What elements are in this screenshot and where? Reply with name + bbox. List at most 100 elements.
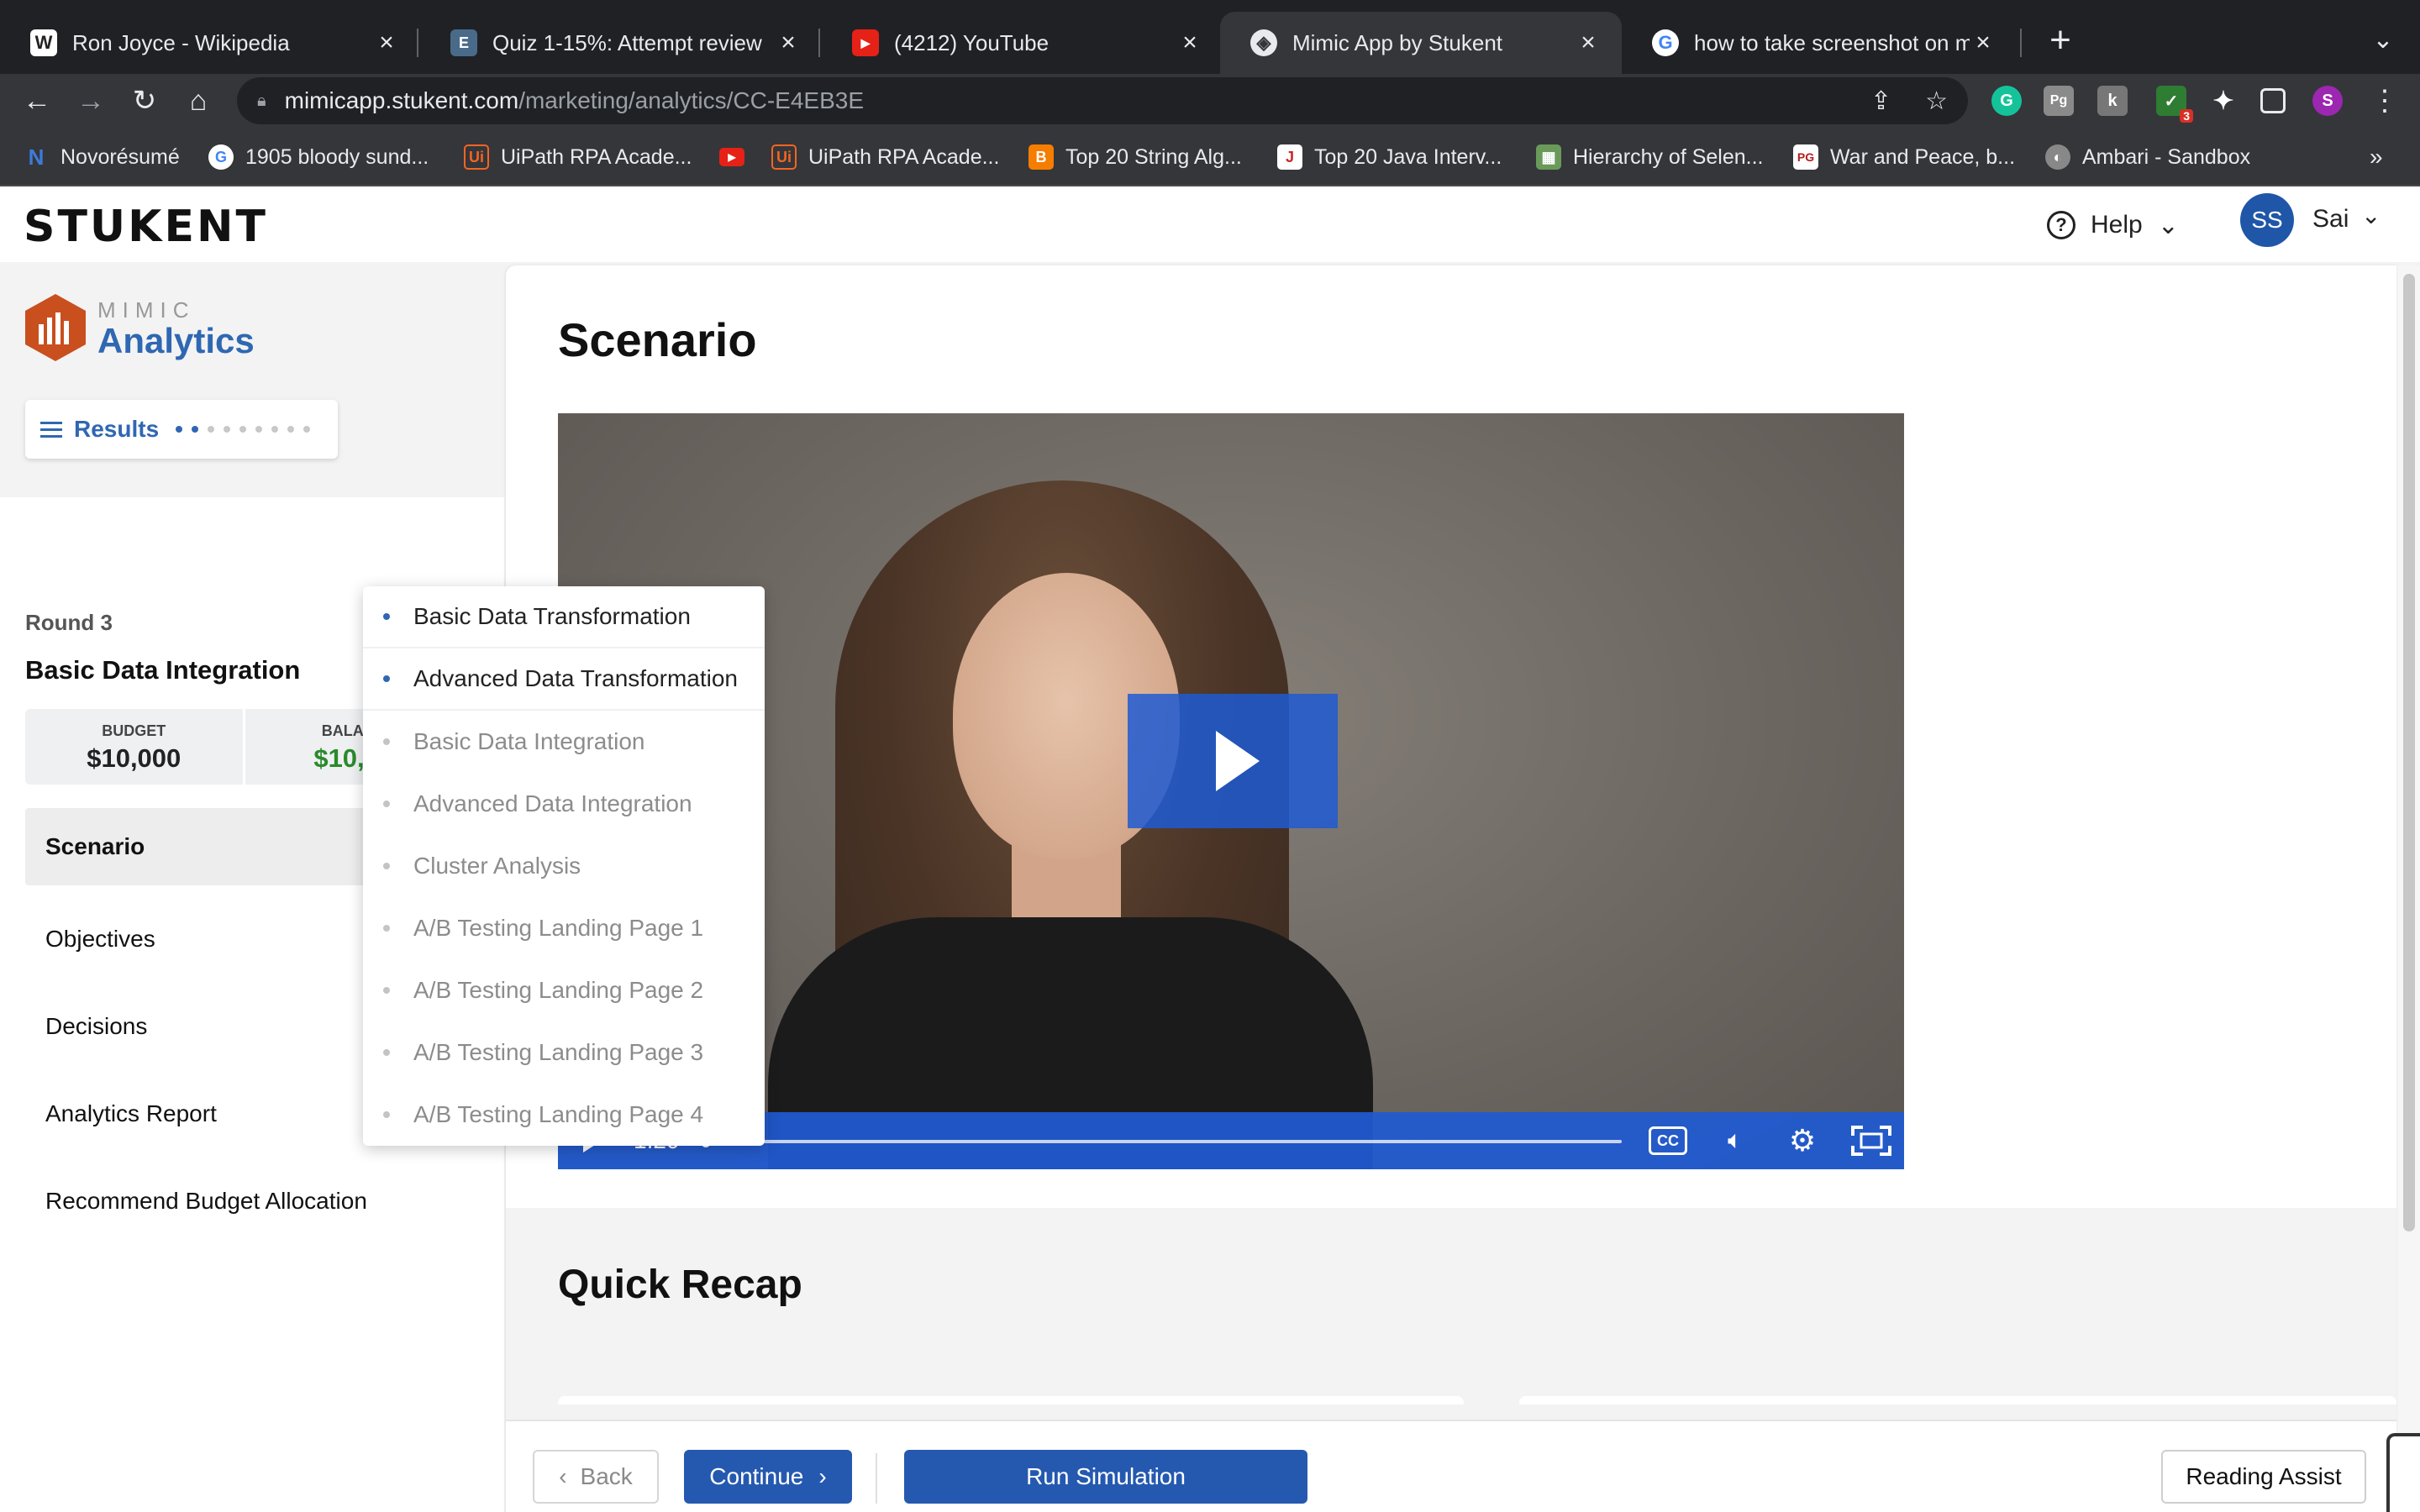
bookmark-item[interactable]: ◐ Ambari - Sandbox — [2045, 128, 2250, 186]
new-tab-icon[interactable]: + — [2039, 18, 2082, 62]
menu-item-round[interactable]: A/B Testing Landing Page 4 — [363, 1084, 765, 1146]
forward-arrow-icon[interactable]: → — [71, 81, 111, 121]
bookmark-item[interactable]: G 1905 bloody sund... — [208, 128, 429, 186]
image-icon: ▦ — [1536, 144, 1561, 170]
play-button[interactable] — [1128, 694, 1338, 828]
tab-separator — [417, 29, 418, 57]
share-icon[interactable]: ⇪ — [1870, 87, 1891, 116]
back-button[interactable]: ‹ Back — [533, 1450, 659, 1504]
menu-item-round[interactable]: Advanced Data Integration — [363, 773, 765, 835]
volume-icon[interactable]: 🔈︎ — [1714, 1124, 1756, 1158]
close-icon[interactable]: × — [1176, 29, 1203, 57]
continue-button[interactable]: Continue › — [684, 1450, 852, 1504]
chevron-down-icon: ⌄ — [2157, 211, 2179, 239]
brand-small: MIMIC — [97, 297, 196, 323]
round-title: Basic Data Integration — [25, 655, 301, 685]
menu-item-round[interactable]: A/B Testing Landing Page 2 — [363, 959, 765, 1021]
status-dot — [383, 1049, 390, 1056]
extension-k-icon[interactable]: k — [2097, 86, 2128, 116]
browser-tab[interactable]: E Quiz 1-15%: Attempt review × — [420, 12, 822, 74]
tab-search-chevron-icon[interactable]: ⌄ — [2365, 18, 2402, 62]
puzzle-extensions-icon[interactable]: ✦ — [2208, 86, 2238, 116]
bookmark-item[interactable]: B Top 20 String Alg... — [1028, 128, 1242, 186]
bookmark-item[interactable]: Ui UiPath RPA Acade... — [464, 128, 692, 186]
stukent-logo[interactable]: STUKENT — [24, 202, 268, 252]
bookmarks-bar: N Novorésumé G 1905 bloody sund... Ui UiPat… — [0, 128, 2420, 186]
menu-item-round[interactable]: Basic Data Transformation — [363, 586, 765, 648]
browser-tab[interactable]: G how to take screenshot on mac × — [1622, 12, 2017, 74]
browser-tab-active[interactable]: ◈ Mimic App by Stukent × — [1220, 12, 1622, 74]
tab-separator — [818, 29, 820, 57]
reading-assist-button[interactable]: Reading Assist — [2161, 1450, 2366, 1504]
close-icon[interactable]: × — [373, 29, 400, 57]
tab-separator — [2020, 29, 2022, 57]
more-bookmarks-icon[interactable]: » — [2370, 128, 2383, 186]
menu-item-round[interactable]: A/B Testing Landing Page 3 — [363, 1021, 765, 1084]
uipath-icon: Ui — [771, 144, 797, 170]
reload-icon[interactable]: ↻ — [124, 81, 165, 121]
run-simulation-button[interactable]: Run Simulation — [904, 1450, 1307, 1504]
status-dot — [383, 987, 390, 994]
brand-title: Analytics — [97, 321, 255, 360]
page-title: Scenario — [558, 313, 757, 366]
browser-tab[interactable]: W Ron Joyce - Wikipedia × — [0, 12, 420, 74]
grammarly-icon[interactable]: G — [1991, 86, 2022, 116]
close-icon[interactable]: × — [775, 29, 802, 57]
status-dot — [383, 801, 390, 807]
close-icon[interactable]: × — [1575, 29, 1602, 57]
wikipedia-icon: W — [30, 29, 57, 56]
status-dot — [383, 1111, 390, 1118]
pg-extension-icon[interactable]: Pg — [2044, 86, 2074, 116]
menu-item-round[interactable]: Cluster Analysis — [363, 835, 765, 897]
extension-badge-icon[interactable]: ✓ 3 — [2156, 86, 2193, 123]
browser-tab-strip: W Ron Joyce - Wikipedia × E Quiz 1-15%: … — [0, 0, 2420, 74]
rounds-dropdown-menu: Basic Data Transformation Advanced Data … — [363, 586, 765, 1146]
user-name[interactable]: Sai — [2312, 205, 2349, 234]
closed-captions-icon[interactable]: CC — [1649, 1126, 1687, 1155]
help-circle-icon: ? — [2047, 211, 2075, 239]
status-dot — [383, 925, 390, 932]
bookmark-item[interactable]: Ui UiPath RPA Acade... — [771, 128, 999, 186]
fullscreen-icon[interactable] — [1849, 1124, 1894, 1158]
profile-avatar-icon[interactable]: S — [2312, 86, 2343, 116]
help-menu[interactable]: ? Help ⌄ — [2047, 207, 2179, 244]
browser-tab[interactable]: ▶ (4212) YouTube × — [822, 12, 1223, 74]
sidebar-item-recommend-budget[interactable]: Recommend Budget Allocation — [25, 1158, 479, 1245]
document-icon: E — [450, 29, 477, 56]
chevron-left-icon: ‹ — [559, 1463, 567, 1489]
recap-card — [558, 1396, 1464, 1404]
footer-bar: ‹ Back Continue › Run Simulation Reading… — [506, 1420, 2396, 1512]
side-panel-icon[interactable] — [2260, 88, 2286, 113]
menu-item-round[interactable]: A/B Testing Landing Page 1 — [363, 897, 765, 959]
novoresume-icon: N — [28, 144, 45, 170]
menu-item-round[interactable]: Basic Data Integration — [363, 711, 765, 773]
bookmark-item[interactable]: ▦ Hierarchy of Selen... — [1536, 128, 1764, 186]
results-menu-button[interactable]: Results — [25, 400, 338, 459]
close-icon[interactable]: × — [1970, 29, 1996, 57]
google-icon: G — [208, 144, 234, 170]
tab-title: (4212) YouTube — [894, 29, 1050, 55]
back-arrow-icon[interactable]: ← — [17, 81, 57, 121]
mimic-icon: ◈ — [1250, 29, 1277, 56]
video-progress-bar[interactable] — [706, 1140, 1622, 1143]
tab-title: how to take screenshot on mac — [1694, 29, 1970, 55]
chevron-down-icon[interactable]: ⌄ — [2361, 202, 2381, 229]
help-label: Help — [2091, 211, 2143, 239]
tab-title: Ron Joyce - Wikipedia — [72, 29, 290, 55]
status-dot — [383, 613, 390, 620]
menu-item-round[interactable]: Advanced Data Transformation — [363, 648, 765, 711]
home-icon[interactable]: ⌂ — [178, 81, 218, 121]
address-bar[interactable]: 🔒︎ mimicapp.stukent.com /marketing/analy… — [237, 77, 1968, 124]
settings-gear-icon[interactable]: ⚙︎ — [1783, 1123, 1822, 1158]
bookmark-item[interactable]: N Novorésumé — [24, 128, 180, 186]
bookmark-item[interactable]: J Top 20 Java Interv... — [1277, 128, 1502, 186]
screenshot-thumbnail-preview[interactable] — [2386, 1433, 2420, 1512]
bookmark-star-icon[interactable]: ☆ — [1925, 87, 1948, 116]
tab-title: Quiz 1-15%: Attempt review — [492, 29, 762, 55]
bookmark-item[interactable]: ▶ — [719, 128, 756, 186]
browser-menu-icon[interactable]: ⋮ — [2365, 81, 2405, 121]
bookmark-item[interactable]: PG War and Peace, b... — [1793, 128, 2015, 186]
status-dot — [383, 863, 390, 869]
scrollbar-thumb[interactable] — [2403, 274, 2415, 1231]
avatar[interactable]: SS — [2240, 193, 2294, 247]
